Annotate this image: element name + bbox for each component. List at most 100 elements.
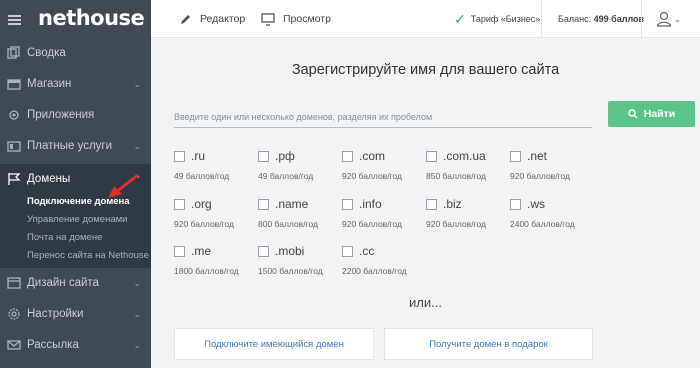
domain-price: 1500 баллов/год [258, 266, 323, 276]
gear-icon [9, 110, 19, 120]
domain-checkbox[interactable] [174, 151, 185, 162]
domain-checkbox[interactable] [426, 199, 437, 210]
domain-price: 2400 баллов/год [510, 219, 575, 229]
subitem-manage-domains[interactable]: Управление доменами [27, 214, 127, 225]
domain-checkbox[interactable] [510, 151, 521, 162]
find-button[interactable]: Найти [608, 101, 695, 127]
domain-zone: .biz [443, 197, 462, 211]
domain-price: 800 баллов/год [258, 219, 318, 229]
domain-zone: .me [191, 244, 212, 258]
domain-zone: .mobi [275, 244, 305, 258]
sidebar-item-label: Сводка [27, 47, 66, 59]
monitor-icon [261, 12, 275, 26]
divider [541, 0, 542, 38]
chevron-down-icon: ⌄ [133, 308, 141, 319]
pointer-arrow [108, 173, 139, 198]
domain-price: 920 баллов/год [510, 171, 570, 181]
subitem-domain-mail[interactable]: Почта на домене [27, 232, 102, 243]
sidebar-item-mailing[interactable]: Рассылка ⌄ [0, 330, 151, 360]
menu-icon[interactable] [8, 15, 21, 25]
preview-button[interactable]: Просмотр [261, 0, 331, 38]
domain-checkbox[interactable] [174, 246, 185, 257]
domain-zone: .com.ua [443, 149, 486, 163]
user-icon [656, 11, 672, 27]
domain-zone: .com [359, 149, 386, 163]
domain-zone: .net [527, 149, 548, 163]
gift-domain-label: Получите домен в подарок [429, 338, 548, 350]
domain-option: .net 920 баллов/год [510, 149, 594, 191]
domain-search-input[interactable] [174, 106, 592, 128]
domain-price: 920 баллов/год [426, 219, 486, 229]
wallet-icon [7, 141, 21, 152]
editor-label: Редактор [200, 13, 246, 25]
domain-option: .com.ua 850 баллов/год [426, 149, 510, 191]
domain-option: .mobi 1500 баллов/год [258, 244, 342, 286]
domain-price: 2200 баллов/год [342, 266, 407, 276]
chevron-down-icon: ⌄ [133, 140, 141, 151]
sidebar-item-settings[interactable]: Настройки ⌄ [0, 299, 151, 329]
or-divider-text: или... [409, 295, 442, 310]
domain-zone: .org [191, 197, 212, 211]
domain-option: .com 920 баллов/год [342, 149, 426, 191]
domain-zone: .name [275, 197, 309, 211]
tariff-label: Тариф «Бизнес» [470, 14, 541, 24]
domain-zone: .ws [527, 197, 545, 211]
domain-checkbox[interactable] [174, 199, 185, 210]
sidebar-item-label: Платные услуги [27, 140, 113, 152]
gift-domain-button[interactable]: Получите домен в подарок [384, 328, 593, 360]
domain-price: 1800 баллов/год [174, 266, 239, 276]
search-icon [628, 109, 638, 119]
domain-checkbox[interactable] [258, 246, 269, 257]
balance-value: 499 баллов [593, 14, 645, 24]
domain-price: 850 баллов/год [426, 171, 486, 181]
sidebar-item-paid-services[interactable]: Платные услуги ⌄ [0, 131, 151, 161]
domain-option: .info 920 баллов/год [342, 197, 426, 239]
sidebar-item-label: Рассылка [27, 339, 79, 351]
sidebar-item-label: Настройки [27, 308, 84, 320]
domain-checkbox[interactable] [342, 246, 353, 257]
sidebar-item-label: Домены [27, 173, 71, 185]
nethouse-logo[interactable]: nethouse [38, 6, 145, 30]
editor-button[interactable]: Редактор [179, 0, 245, 38]
sidebar-item-store[interactable]: Магазин ⌄ [0, 69, 151, 99]
store-icon [7, 79, 21, 90]
domain-option: .me 1800 баллов/год [174, 244, 258, 286]
balance-prefix: Баланс: [558, 14, 592, 24]
domain-checkbox[interactable] [426, 151, 437, 162]
domain-option: .cc 2200 баллов/год [342, 244, 426, 286]
balance-button[interactable]: Баланс: 499 баллов [558, 0, 644, 38]
tariff-button[interactable]: ✓ Тариф «Бизнес» [454, 0, 540, 38]
connect-existing-label: Подключите имеющийся домен [204, 338, 344, 350]
design-icon [7, 277, 21, 289]
domain-checkbox[interactable] [510, 199, 521, 210]
connect-existing-domain-button[interactable]: Подключите имеющийся домен [174, 328, 374, 360]
domain-zone: .cc [359, 244, 375, 258]
sidebar-item-label: Магазин [27, 78, 72, 90]
chevron-down-icon: ⌄ [133, 277, 141, 288]
flag-icon [8, 173, 21, 185]
page-title: Зарегистрируйте имя для вашего сайта [291, 62, 560, 78]
domain-zone: .info [359, 197, 382, 211]
user-menu-button[interactable]: ⌄ [656, 0, 681, 38]
preview-label: Просмотр [283, 13, 331, 25]
domain-price: 920 баллов/год [342, 219, 402, 229]
logo-row: nethouse [0, 0, 151, 38]
domain-checkbox[interactable] [342, 151, 353, 162]
sidebar-item-summary[interactable]: Сводка [0, 38, 151, 68]
domain-checkbox[interactable] [258, 151, 269, 162]
sidebar-item-label: Дизайн сайта [27, 277, 99, 289]
domain-price: 49 баллов/год [174, 171, 230, 181]
sidebar-item-design[interactable]: Дизайн сайта ⌄ [0, 268, 151, 298]
domain-checkbox[interactable] [342, 199, 353, 210]
sidebar-item-label: Приложения [27, 109, 95, 121]
pencil-icon [181, 14, 190, 24]
domain-option: .ru 49 баллов/год [174, 149, 258, 191]
domain-option: .biz 920 баллов/год [426, 197, 510, 239]
settings-icon [8, 308, 20, 320]
sidebar-item-apps[interactable]: Приложения [0, 100, 151, 130]
subitem-site-transfer[interactable]: Перенос сайта на Nethouse [27, 250, 149, 261]
domain-checkbox[interactable] [258, 199, 269, 210]
domain-zone: .рф [275, 149, 295, 163]
domain-price: 920 баллов/год [342, 171, 402, 181]
chevron-down-icon: ⌄ [133, 339, 141, 350]
